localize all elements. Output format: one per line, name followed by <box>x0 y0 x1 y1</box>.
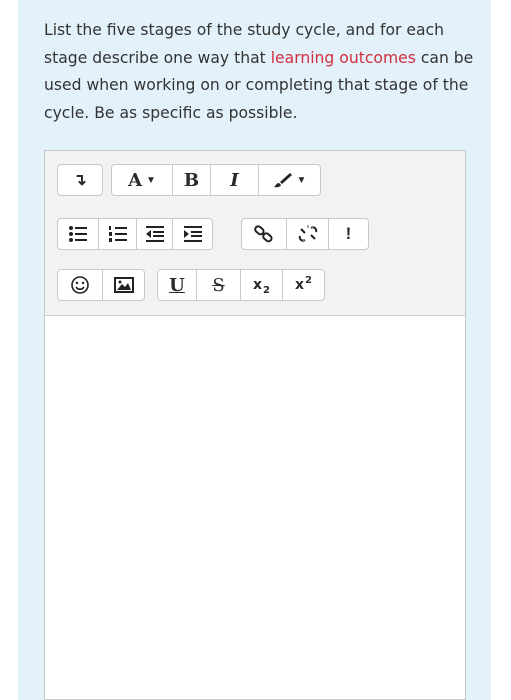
link-button[interactable] <box>241 218 287 250</box>
unlink-icon <box>298 225 318 243</box>
editor-content-area[interactable] <box>45 316 465 699</box>
strikethrough-button[interactable]: S <box>197 269 241 301</box>
link-icon <box>254 225 274 243</box>
superscript-digit: 2 <box>305 275 312 286</box>
superscript-button[interactable]: x2 <box>283 269 325 301</box>
font-size-label: A <box>128 169 143 191</box>
underline-button[interactable]: U <box>157 269 197 301</box>
bold-button[interactable]: B <box>173 164 211 196</box>
font-size-button[interactable]: A ▼ <box>111 164 173 196</box>
bold-label: B <box>183 169 200 191</box>
superscript-label: x2 <box>295 275 312 293</box>
smiley-icon <box>71 276 89 294</box>
brush-icon <box>273 172 293 188</box>
outdent-button[interactable] <box>137 218 173 250</box>
chevron-down-icon: ▼ <box>296 174 307 186</box>
bullet-list-icon <box>69 226 87 242</box>
ordered-list-button[interactable] <box>99 218 137 250</box>
subscript-base: x <box>253 277 263 293</box>
image-button[interactable] <box>103 269 145 301</box>
strikethrough-label: S <box>212 274 225 296</box>
editor-toolbar: ↴ A ▼ B I ▼ ! U S x2 x2 <box>45 151 465 316</box>
italic-button[interactable]: I <box>211 164 259 196</box>
nolink-button[interactable]: ! <box>329 218 369 250</box>
italic-label: I <box>230 169 239 191</box>
image-icon <box>113 277 134 293</box>
subscript-button[interactable]: x2 <box>241 269 283 301</box>
show-more-icon: ↴ <box>73 172 87 189</box>
chevron-down-icon: ▼ <box>146 174 156 186</box>
emoticon-button[interactable] <box>57 269 103 301</box>
underline-label: U <box>169 274 185 296</box>
subscript-label: x2 <box>253 277 270 296</box>
text-color-button[interactable]: ▼ <box>259 164 321 196</box>
unordered-list-button[interactable] <box>57 218 99 250</box>
highlighted-term: learning outcomes <box>270 48 416 67</box>
indent-icon <box>183 226 202 242</box>
outdent-icon <box>145 226 164 242</box>
show-more-button[interactable]: ↴ <box>57 164 103 196</box>
rich-text-editor: ↴ A ▼ B I ▼ ! U S x2 x2 <box>44 150 466 700</box>
question-text: List the five stages of the study cycle,… <box>44 17 474 127</box>
exclamation-icon: ! <box>345 224 352 243</box>
superscript-base: x <box>295 277 305 293</box>
numbered-list-icon <box>108 226 127 242</box>
unlink-button[interactable] <box>287 218 329 250</box>
subscript-digit: 2 <box>263 285 270 296</box>
indent-button[interactable] <box>173 218 213 250</box>
